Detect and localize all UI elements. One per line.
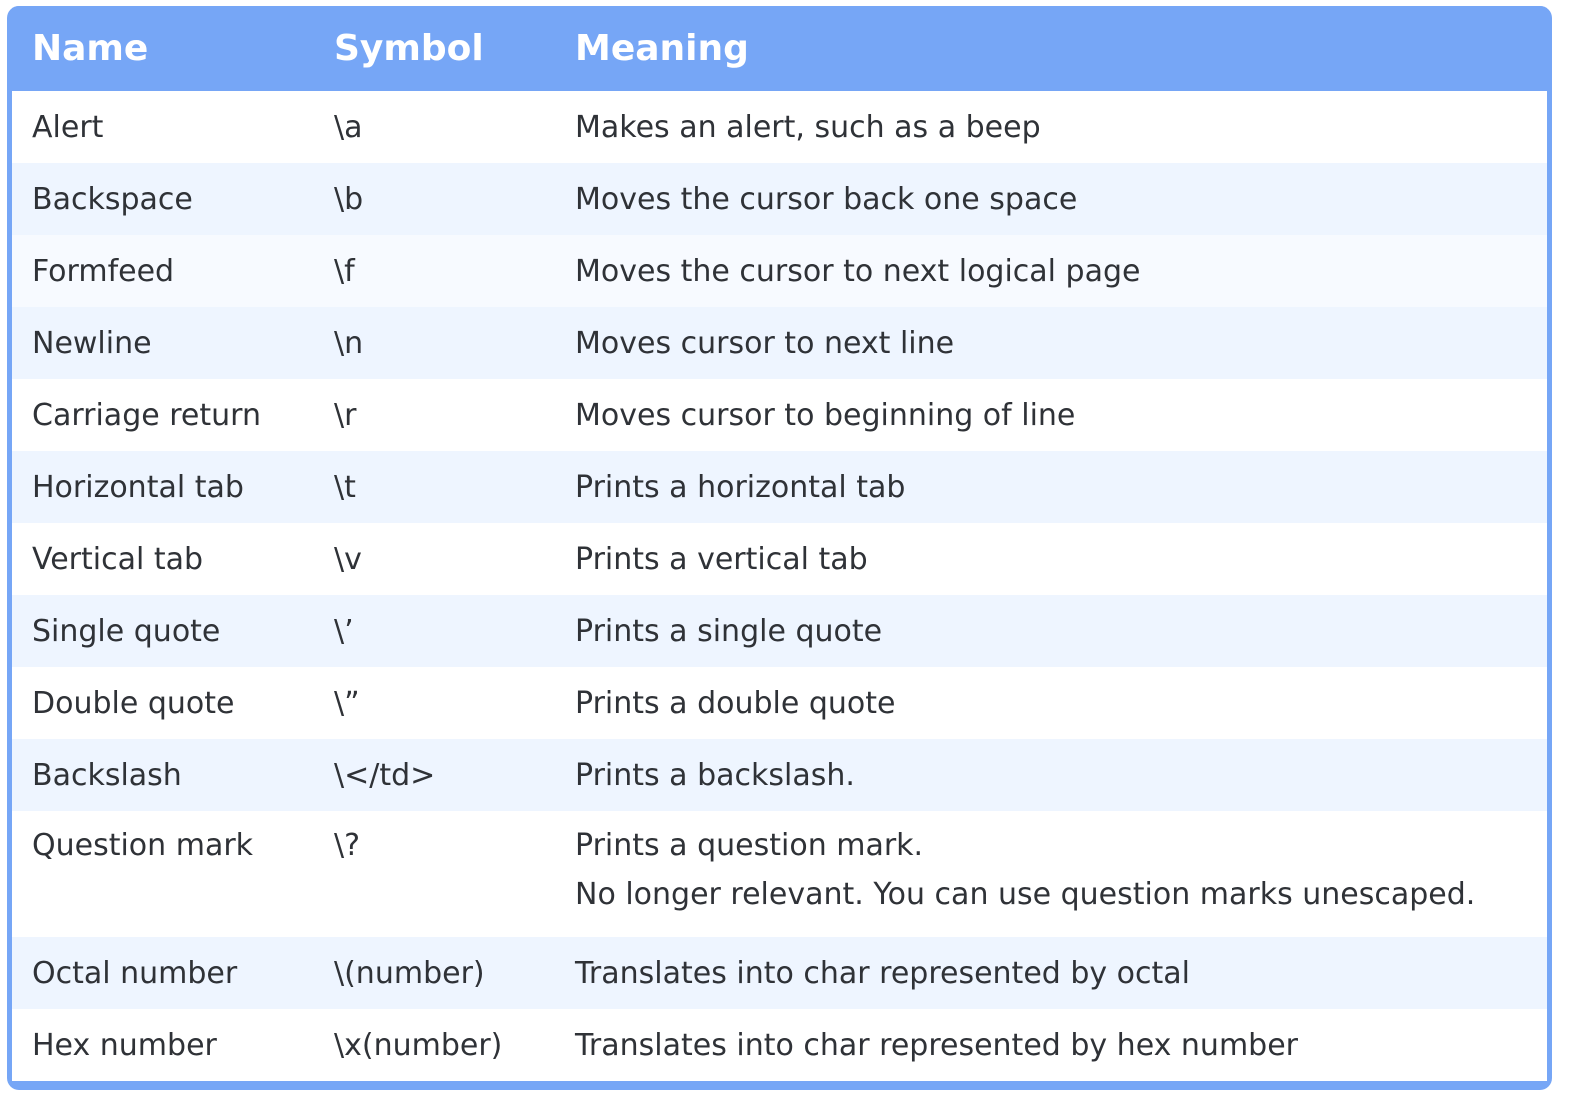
header-name: Name: [12, 6, 314, 91]
cell-symbol: \b: [314, 163, 555, 235]
table-row: Alert \a Makes an alert, such as a beep: [12, 91, 1547, 163]
cell-name: Backspace: [12, 163, 314, 235]
table-row: Question mark \? Prints a question mark.…: [12, 811, 1547, 937]
cell-symbol: \v: [314, 523, 555, 595]
cell-name: Single quote: [12, 595, 314, 667]
cell-meaning: Translates into char represented by hex …: [555, 1009, 1547, 1081]
cell-meaning: Prints a backslash.: [555, 739, 1547, 811]
cell-meaning-line1: Prints a question mark.: [575, 828, 924, 863]
cell-meaning: Moves cursor to beginning of line: [555, 379, 1547, 451]
cell-symbol: \r: [314, 379, 555, 451]
cell-name: Double quote: [12, 667, 314, 739]
cell-symbol: \f: [314, 235, 555, 307]
escape-sequence-table: Name Symbol Meaning Alert \a Makes an al…: [12, 6, 1547, 1081]
table-row: Backslash \</td> Prints a backslash.: [12, 739, 1547, 811]
header-row: Name Symbol Meaning: [12, 6, 1547, 91]
cell-meaning: Moves cursor to next line: [555, 307, 1547, 379]
cell-meaning: Prints a question mark. No longer releva…: [555, 811, 1547, 937]
cell-name: Question mark: [12, 811, 314, 937]
cell-symbol: \’: [314, 595, 555, 667]
cell-meaning: Translates into char represented by octa…: [555, 937, 1547, 1009]
cell-name: Horizontal tab: [12, 451, 314, 523]
cell-symbol: \?: [314, 811, 555, 937]
cell-name: Octal number: [12, 937, 314, 1009]
header-symbol: Symbol: [314, 6, 555, 91]
cell-symbol: \a: [314, 91, 555, 163]
cell-symbol: \t: [314, 451, 555, 523]
header-meaning: Meaning: [555, 6, 1547, 91]
cell-meaning: Prints a double quote: [555, 667, 1547, 739]
table-header: Name Symbol Meaning: [12, 6, 1547, 91]
cell-symbol: \(number): [314, 937, 555, 1009]
table-row: Horizontal tab \t Prints a horizontal ta…: [12, 451, 1547, 523]
table-row: Hex number \x(number) Translates into ch…: [12, 1009, 1547, 1081]
table-row: Single quote \’ Prints a single quote: [12, 595, 1547, 667]
cell-name: Hex number: [12, 1009, 314, 1081]
cell-symbol: \n: [314, 307, 555, 379]
table-row: Formfeed \f Moves the cursor to next log…: [12, 235, 1547, 307]
cell-symbol: \”: [314, 667, 555, 739]
table-row: Newline \n Moves cursor to next line: [12, 307, 1547, 379]
table-row: Carriage return \r Moves cursor to begin…: [12, 379, 1547, 451]
cell-name: Vertical tab: [12, 523, 314, 595]
table-row: Vertical tab \v Prints a vertical tab: [12, 523, 1547, 595]
cell-name: Backslash: [12, 739, 314, 811]
cell-symbol: \x(number): [314, 1009, 555, 1081]
cell-name: Newline: [12, 307, 314, 379]
table-row: Double quote \” Prints a double quote: [12, 667, 1547, 739]
cell-meaning-line2: No longer relevant. You can use question…: [575, 877, 1476, 912]
cell-meaning: Prints a vertical tab: [555, 523, 1547, 595]
table-row: Octal number \(number) Translates into c…: [12, 937, 1547, 1009]
escape-sequence-table-frame: Name Symbol Meaning Alert \a Makes an al…: [7, 6, 1552, 1090]
cell-meaning: Prints a single quote: [555, 595, 1547, 667]
cell-meaning: Makes an alert, such as a beep: [555, 91, 1547, 163]
cell-name: Formfeed: [12, 235, 314, 307]
cell-meaning: Moves the cursor back one space: [555, 163, 1547, 235]
cell-meaning: Moves the cursor to next logical page: [555, 235, 1547, 307]
cell-meaning: Prints a horizontal tab: [555, 451, 1547, 523]
table-body: Alert \a Makes an alert, such as a beep …: [12, 91, 1547, 1081]
cell-symbol: \</td>: [314, 739, 555, 811]
cell-name: Carriage return: [12, 379, 314, 451]
cell-name: Alert: [12, 91, 314, 163]
table-row: Backspace \b Moves the cursor back one s…: [12, 163, 1547, 235]
